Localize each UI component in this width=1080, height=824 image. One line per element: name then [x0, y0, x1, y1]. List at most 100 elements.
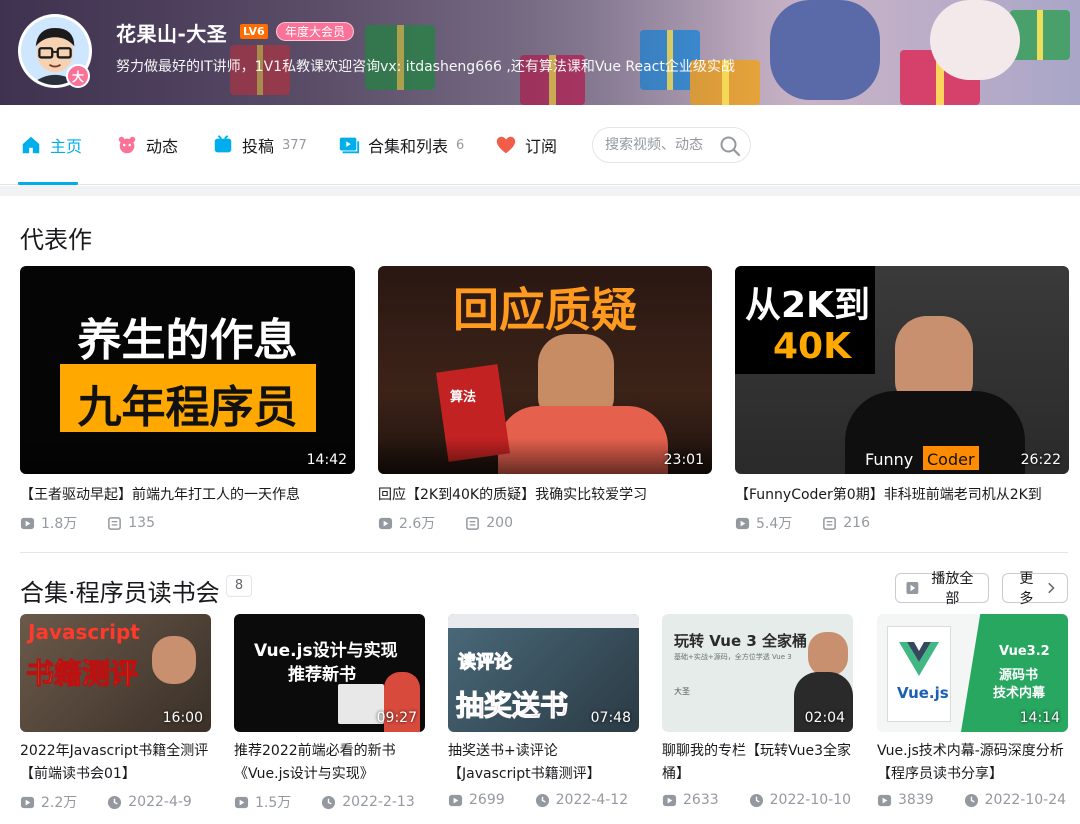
tab-dynamic[interactable]: 动态 — [116, 133, 178, 157]
play-icon — [906, 582, 919, 594]
section-gap — [0, 186, 1080, 196]
tab-collections[interactable]: 合集和列表 6 — [338, 133, 464, 157]
play-count: 2633 — [683, 792, 719, 808]
video-thumbnail[interactable]: 回应质疑 算法 23:01 — [378, 266, 712, 474]
video-duration: 02:04 — [804, 710, 845, 726]
clock-icon — [964, 793, 978, 807]
collection-icon — [339, 137, 360, 154]
thumb-text: 算法 — [450, 390, 477, 405]
video-card[interactable]: 读评论 抽奖送书 07:48 抽奖送书+读评论【Javascript书籍测评】 … — [448, 614, 639, 808]
video-title[interactable]: 2022年Javascript书籍全测评【前端读书会01】 — [20, 740, 211, 786]
mascot-decoration — [770, 0, 880, 100]
play-count: 5.4万 — [756, 516, 793, 532]
video-meta: 3839 2022-10-24 — [877, 792, 1068, 808]
video-card[interactable]: 从2K到 40K Funny Coder 26:22 【FunnyCoder第0… — [735, 266, 1069, 533]
video-title[interactable]: 抽奖送书+读评论【Javascript书籍测评】 — [448, 740, 639, 786]
video-thumbnail[interactable]: Vue.js设计与实现 推荐新书 09:27 — [234, 614, 425, 732]
video-duration: 16:00 — [162, 710, 203, 726]
thumb-text: 读评论 — [458, 652, 513, 674]
search-box — [592, 127, 751, 163]
thumb-text: Coder — [927, 450, 975, 469]
section-title-collection[interactable]: 合集·程序员读书会 — [20, 573, 220, 608]
tab-home[interactable]: 主页 — [20, 133, 82, 157]
video-card[interactable]: 回应质疑 算法 23:01 回应【2K到40K的质疑】我确实比较爱学习 2.6万… — [378, 266, 712, 533]
more-label: 更多 — [1019, 571, 1034, 607]
thumb-text: Javascript — [28, 620, 140, 644]
username[interactable]: 花果山-大圣 — [116, 18, 227, 47]
video-card[interactable]: Vue.js设计与实现 推荐新书 09:27 推荐2022前端必看的新书《Vue… — [234, 614, 425, 812]
video-card[interactable]: Javascript 书籍测评 16:00 2022年Javascript书籍全… — [20, 614, 211, 812]
tab-label: 订阅 — [525, 137, 558, 156]
active-tab-indicator — [18, 182, 78, 185]
more-button[interactable]: 更多 — [1002, 571, 1068, 607]
play-count-icon — [20, 796, 35, 808]
play-count-icon — [735, 517, 750, 529]
vip-badge[interactable]: 年度大会员 — [276, 22, 355, 41]
publish-date: 2022-10-24 — [984, 792, 1067, 808]
profile-banner — [0, 0, 1080, 105]
publish-date: 2022-10-10 — [769, 792, 852, 808]
comment-count-icon — [466, 516, 480, 530]
video-thumbnail[interactable]: Javascript 书籍测评 16:00 — [20, 614, 211, 732]
play-count-icon — [662, 794, 677, 806]
play-count-icon — [877, 794, 892, 806]
chevron-right-icon — [1047, 582, 1055, 594]
video-meta: 2.2万 2022-4-9 — [20, 792, 211, 812]
heart-icon — [496, 136, 516, 154]
play-count-icon — [378, 517, 393, 529]
video-duration: 14:14 — [1019, 710, 1060, 726]
video-meta: 1.5万 2022-2-13 — [234, 792, 425, 812]
video-title[interactable]: 回应【2K到40K的质疑】我确实比较爱学习 — [378, 484, 712, 507]
search-input[interactable] — [605, 137, 715, 153]
tab-count: 377 — [282, 137, 307, 153]
clock-icon — [108, 795, 122, 809]
comment-count-icon — [823, 516, 837, 530]
vue-logo-icon — [899, 642, 939, 676]
thumb-text: 九年程序员 — [77, 382, 298, 433]
video-title[interactable]: Vue.js技术内幕-源码深度分析【程序员读书分享】 — [877, 740, 1068, 786]
browser-bar-decoration — [448, 614, 639, 628]
play-count: 2699 — [469, 792, 505, 808]
play-count-icon — [234, 796, 249, 808]
video-duration: 26:22 — [1020, 452, 1061, 468]
video-card[interactable]: 玩转 Vue 3 全家桶 基础+实战+源码，全方位学透 Vue 3 大圣 02:… — [662, 614, 853, 808]
video-meta: 5.4万 216 — [735, 513, 1069, 533]
video-thumbnail[interactable]: 玩转 Vue 3 全家桶 基础+实战+源码，全方位学透 Vue 3 大圣 02:… — [662, 614, 853, 732]
thumb-text: 从2K到 — [745, 285, 870, 326]
video-title[interactable]: 聊聊我的专栏【玩转Vue3全家桶】 — [662, 740, 853, 786]
search-icon[interactable] — [718, 134, 742, 158]
tab-uploads[interactable]: 投稿 377 — [212, 133, 307, 157]
video-thumbnail[interactable]: Vue.js Vue3.2 源码书 技术内幕 14:14 — [877, 614, 1068, 732]
clock-icon — [322, 795, 336, 809]
video-card[interactable]: Vue.js Vue3.2 源码书 技术内幕 14:14 Vue.js技术内幕-… — [877, 614, 1068, 808]
comment-count: 135 — [128, 515, 155, 531]
level-badge: LV6 — [240, 24, 268, 39]
video-card[interactable]: 养生的作息 九年程序员 14:42 【王者驱动早起】前端九年打工人的一天作息 1… — [20, 266, 355, 533]
clock-icon — [535, 793, 549, 807]
thumb-text: 抽奖送书 — [455, 689, 569, 723]
tab-subscriptions[interactable]: 订阅 — [495, 133, 557, 157]
avatar-badge: 大 — [66, 64, 90, 88]
comment-count: 200 — [486, 515, 513, 531]
clock-icon — [749, 793, 763, 807]
dynamic-icon — [118, 136, 136, 154]
video-thumbnail[interactable]: 从2K到 40K Funny Coder 26:22 — [735, 266, 1069, 474]
video-duration: 23:01 — [663, 452, 704, 468]
collection-count: 8 — [226, 575, 252, 597]
thumb-text: Vue.js设计与实现 — [254, 641, 398, 661]
profile-nav: 主页 动态 投稿 377 合集和列表 6 订阅 — [0, 105, 1080, 185]
video-title[interactable]: 推荐2022前端必看的新书《Vue.js设计与实现》 — [234, 740, 425, 786]
play-count: 2.2万 — [41, 795, 78, 811]
play-count-icon — [448, 794, 463, 806]
video-title[interactable]: 【王者驱动早起】前端九年打工人的一天作息 — [20, 484, 355, 507]
video-duration: 14:42 — [306, 452, 347, 468]
banner-shade — [0, 0, 760, 105]
video-title[interactable]: 【FunnyCoder第0期】非科班前端老司机从2K到 — [735, 484, 1069, 507]
thumb-text: 基础+实战+源码，全方位学透 Vue 3 — [674, 653, 792, 661]
tab-count: 6 — [456, 137, 465, 153]
video-thumbnail[interactable]: 养生的作息 九年程序员 14:42 — [20, 266, 355, 474]
video-thumbnail[interactable]: 读评论 抽奖送书 07:48 — [448, 614, 639, 732]
comment-count-icon — [108, 516, 122, 530]
play-all-button[interactable]: 播放全部 — [895, 571, 989, 607]
tab-label: 合集和列表 — [368, 137, 449, 156]
